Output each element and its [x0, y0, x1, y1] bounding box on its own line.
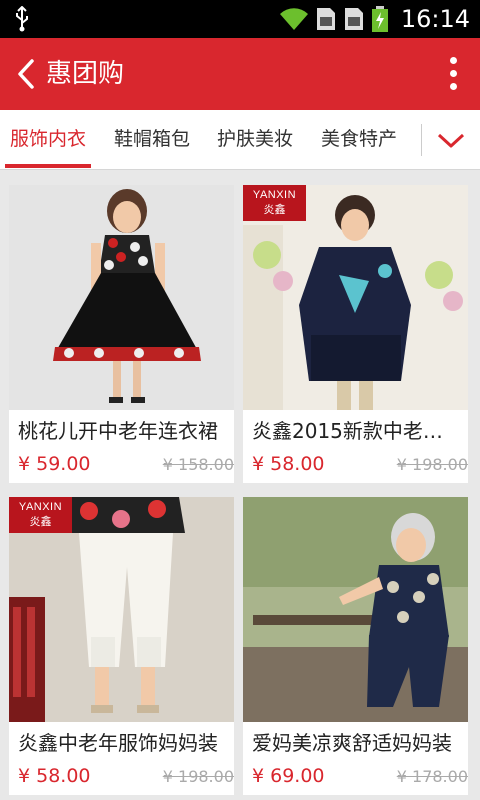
tab-clothing[interactable]: 服饰内衣 [5, 110, 91, 168]
tab-label: 服饰内衣 [9, 128, 86, 150]
tab-beauty[interactable]: 护肤美妆 [212, 110, 298, 168]
chevron-down-icon[interactable] [436, 128, 466, 152]
page-title: 惠团购 [46, 59, 125, 89]
tab-shoes-bags[interactable]: 鞋帽箱包 [109, 110, 195, 168]
more-menu-button[interactable] [448, 55, 458, 93]
battery-charging-icon [371, 6, 388, 32]
product-price: ¥ 69.00 [252, 765, 325, 787]
tab-label: 鞋帽箱包 [113, 128, 190, 150]
product-card[interactable]: 桃花儿开中老年连衣裙 ¥ 59.00 ¥ 158.00 [9, 185, 234, 483]
product-card[interactable]: 爱妈美凉爽舒适妈妈装 ¥ 69.00 ¥ 178.00 [243, 497, 468, 795]
product-card[interactable]: YANXIN 炎鑫 炎鑫中老年服饰妈妈装 ¥ 58.00 ¥ 198.00 [9, 497, 234, 795]
product-price: ¥ 58.00 [18, 765, 91, 787]
category-tabs: 服饰内衣 鞋帽箱包 护肤美妆 美食特产 [0, 110, 480, 170]
product-grid: 桃花儿开中老年连衣裙 ¥ 59.00 ¥ 158.00 YANXIN 炎鑫 炎鑫… [0, 170, 480, 800]
app-bar: 惠团购 [0, 38, 480, 110]
wifi-icon [279, 8, 308, 30]
sim-icon [316, 8, 335, 30]
product-price: ¥ 59.00 [18, 453, 91, 475]
brand-logo: YANXIN 炎鑫 [9, 497, 72, 533]
tab-label: 护肤美妆 [216, 128, 293, 150]
tab-food[interactable]: 美食特产 [316, 110, 402, 168]
status-bar: 16:14 [0, 0, 480, 38]
tab-label: 美食特产 [320, 128, 397, 150]
original-price: ¥ 178.00 [396, 767, 468, 786]
product-price: ¥ 58.00 [252, 453, 325, 475]
original-price: ¥ 158.00 [162, 455, 234, 474]
original-price: ¥ 198.00 [396, 455, 468, 474]
original-price: ¥ 198.00 [162, 767, 234, 786]
brand-logo: YANXIN 炎鑫 [243, 185, 306, 221]
product-name: 炎鑫2015新款中老年女装 [252, 419, 462, 443]
product-name: 炎鑫中老年服饰妈妈装 [18, 731, 218, 755]
product-image [243, 497, 468, 722]
product-image [9, 185, 234, 410]
usb-icon [16, 6, 28, 32]
tab-divider [421, 124, 422, 156]
clock: 16:14 [400, 5, 470, 33]
product-card[interactable]: YANXIN 炎鑫 炎鑫2015新款中老年女装 ¥ 58.00 ¥ 198.00 [243, 185, 468, 483]
more-vertical-icon [450, 57, 457, 64]
sim-icon [344, 8, 363, 30]
product-name: 桃花儿开中老年连衣裙 [18, 419, 218, 443]
product-name: 爱妈美凉爽舒适妈妈装 [252, 731, 452, 755]
active-tab-indicator [5, 164, 91, 168]
back-button[interactable] [14, 58, 40, 90]
